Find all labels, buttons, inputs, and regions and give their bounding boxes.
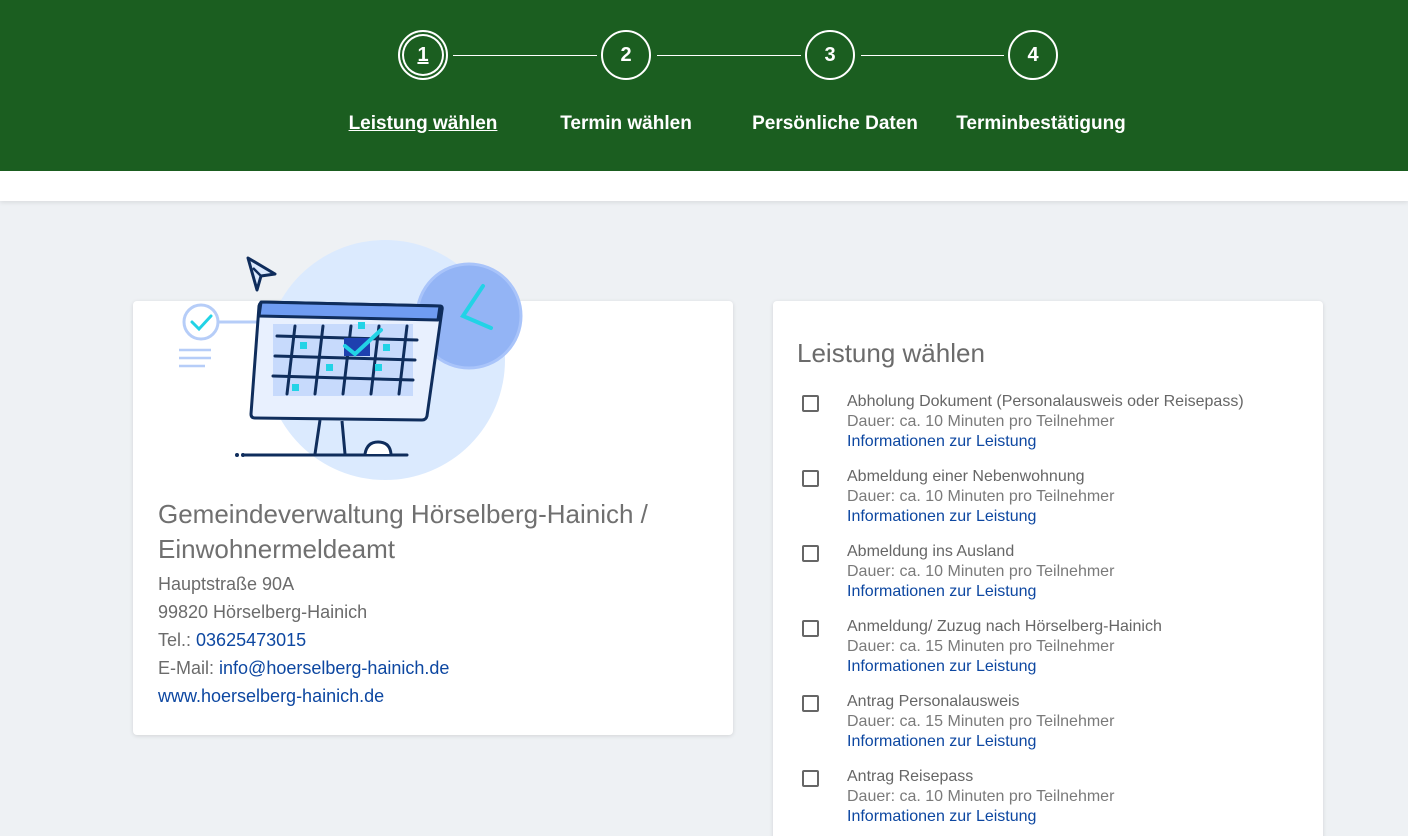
service-checkbox[interactable] bbox=[802, 470, 819, 487]
service-checkbox[interactable] bbox=[802, 545, 819, 562]
service-checkbox[interactable] bbox=[802, 770, 819, 787]
office-website-row: www.hoerselberg-hainich.de bbox=[158, 682, 384, 710]
service-duration: Dauer: ca. 10 Minuten pro Teilnehmer bbox=[847, 413, 1115, 430]
step-connector bbox=[861, 55, 1004, 56]
service-duration: Dauer: ca. 10 Minuten pro Teilnehmer bbox=[847, 788, 1115, 805]
office-name: Gemeindeverwaltung Hörselberg-Hainich / … bbox=[158, 499, 648, 564]
email-label: E-Mail: bbox=[158, 658, 215, 678]
step-1-label[interactable]: Leistung wählen bbox=[323, 113, 523, 135]
office-email-row: E-Mail: info@hoerselberg-hainich.de bbox=[158, 654, 449, 682]
step-1-circle[interactable]: 1 bbox=[398, 30, 448, 80]
service-name: Abmeldung ins Ausland bbox=[847, 543, 1015, 560]
service-checkbox[interactable] bbox=[802, 395, 819, 412]
office-city: 99820 Hörselberg-Hainich bbox=[158, 602, 368, 622]
service-checkbox[interactable] bbox=[802, 620, 819, 637]
phone-label: Tel.: bbox=[158, 630, 192, 650]
website-link[interactable]: www.hoerselberg-hainich.de bbox=[158, 686, 384, 706]
step-3-circle[interactable]: 3 bbox=[805, 30, 855, 80]
service-info-link[interactable]: Informationen zur Leistung bbox=[847, 733, 1036, 751]
step-4-circle[interactable]: 4 bbox=[1008, 30, 1058, 80]
service-name: Antrag Personalausweis bbox=[847, 693, 1020, 710]
service-name: Abmeldung einer Nebenwohnung bbox=[847, 468, 1085, 485]
calendar-illustration bbox=[179, 240, 523, 480]
step-4-label[interactable]: Terminbestätigung bbox=[931, 113, 1151, 135]
sub-header-bar bbox=[0, 171, 1408, 201]
service-info-link[interactable]: Informationen zur Leistung bbox=[847, 433, 1036, 451]
service-info-link[interactable]: Informationen zur Leistung bbox=[847, 508, 1036, 526]
stepper-header: 1 2 3 4 Leistung wählen Termin wählen Pe… bbox=[0, 0, 1408, 171]
service-duration: Dauer: ca. 15 Minuten pro Teilnehmer bbox=[847, 638, 1115, 655]
step-3-label[interactable]: Persönliche Daten bbox=[725, 113, 945, 135]
service-info-link[interactable]: Informationen zur Leistung bbox=[847, 658, 1036, 676]
service-info-link[interactable]: Informationen zur Leistung bbox=[847, 808, 1036, 826]
step-connector bbox=[657, 55, 801, 56]
service-name: Antrag Reisepass bbox=[847, 768, 974, 785]
email-link[interactable]: info@hoerselberg-hainich.de bbox=[219, 658, 449, 678]
service-duration: Dauer: ca. 15 Minuten pro Teilnehmer bbox=[847, 713, 1115, 730]
service-name: Anmeldung/ Zuzug nach Hörselberg-Hainich bbox=[847, 618, 1162, 635]
service-checkbox[interactable] bbox=[802, 695, 819, 712]
phone-link[interactable]: 03625473015 bbox=[196, 630, 306, 650]
service-duration: Dauer: ca. 10 Minuten pro Teilnehmer bbox=[847, 563, 1115, 580]
services-title: Leistung wählen bbox=[797, 338, 985, 368]
step-2-label[interactable]: Termin wählen bbox=[526, 113, 726, 135]
service-info-link[interactable]: Informationen zur Leistung bbox=[847, 583, 1036, 601]
step-2-circle[interactable]: 2 bbox=[601, 30, 651, 80]
office-phone-row: Tel.: 03625473015 bbox=[158, 626, 306, 654]
service-duration: Dauer: ca. 10 Minuten pro Teilnehmer bbox=[847, 488, 1115, 505]
service-name: Abholung Dokument (Personalausweis oder … bbox=[847, 393, 1244, 410]
step-connector bbox=[453, 55, 597, 56]
office-street: Hauptstraße 90A bbox=[158, 574, 295, 594]
